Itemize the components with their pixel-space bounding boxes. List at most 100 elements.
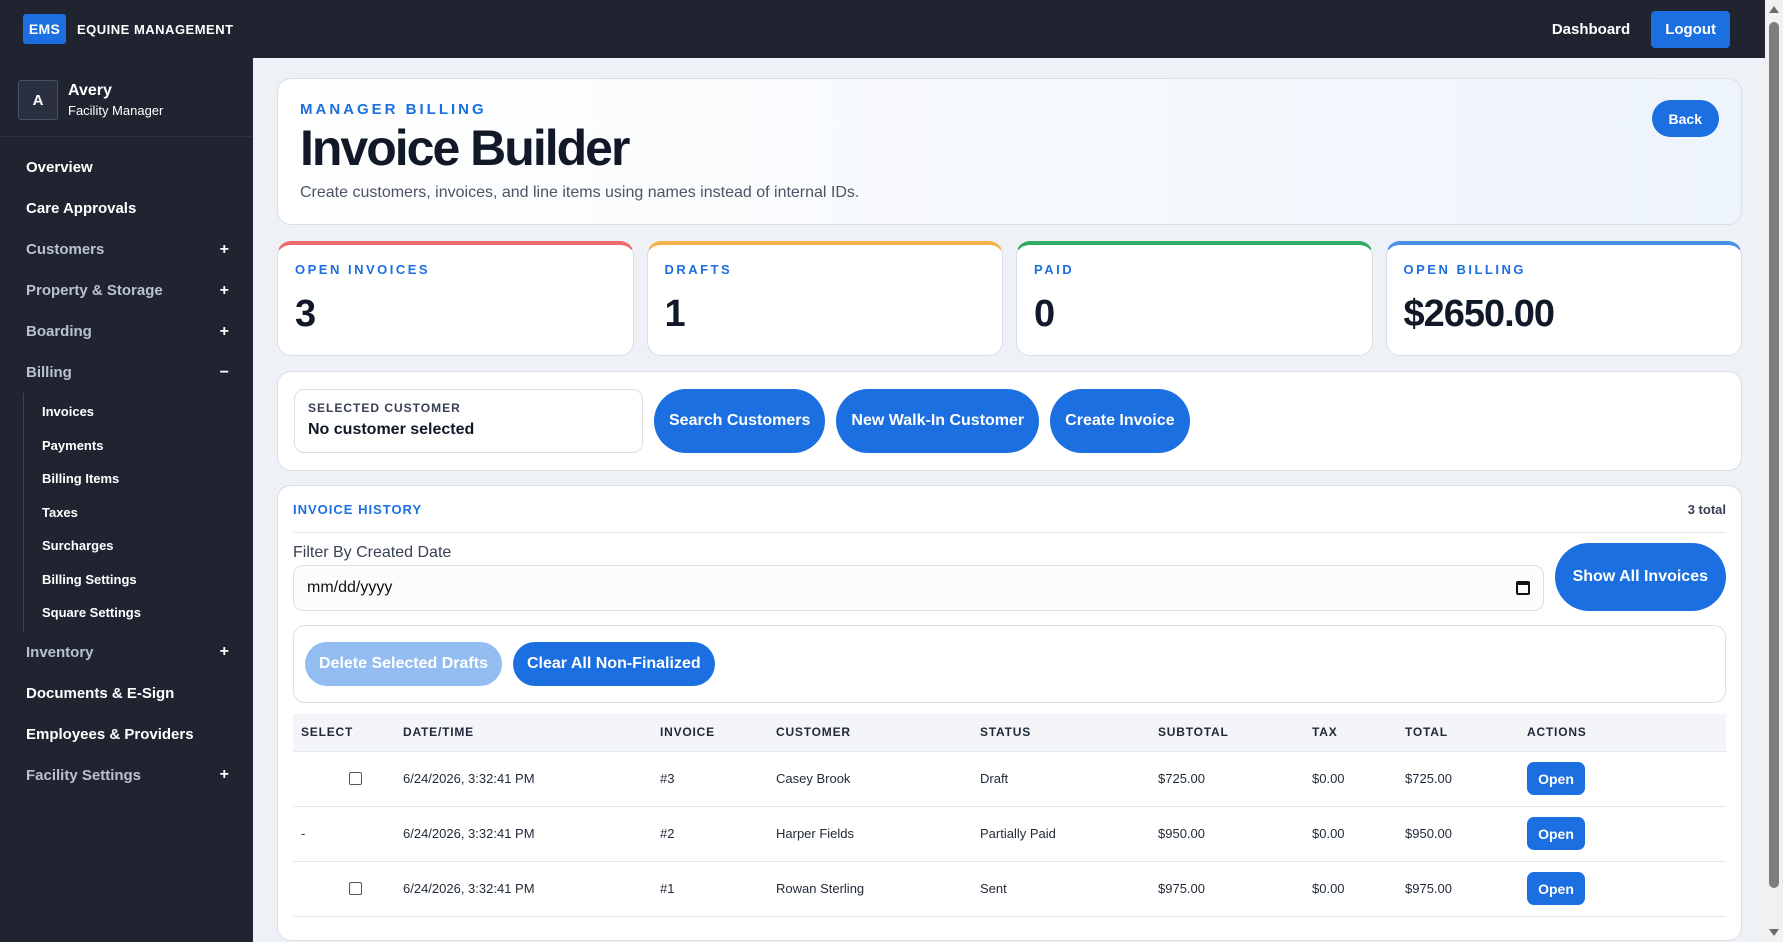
table-row: 6/24/2026, 3:32:41 PM #3 Casey Brook Dra… <box>293 751 1726 807</box>
invoice-table: SELECT DATE/TIME INVOICE CUSTOMER STATUS… <box>293 714 1726 917</box>
stat-label: OPEN INVOICES <box>295 262 431 277</box>
column-header: TOTAL <box>1397 714 1519 752</box>
date-placeholder: mm/dd/yyyy <box>307 579 393 596</box>
sidebar-item-documents[interactable]: Documents & E-Sign <box>0 673 253 714</box>
sidebar-item-care-approvals[interactable]: Care Approvals <box>0 188 253 229</box>
page-scrollbar[interactable] <box>1765 0 1783 942</box>
customer-cell: Rowan Sterling <box>768 861 972 917</box>
expand-icon[interactable]: + <box>220 241 229 259</box>
sidebar-item-invoices[interactable]: Invoices <box>24 395 253 429</box>
sidebar-item-taxes[interactable]: Taxes <box>24 496 253 530</box>
column-header: INVOICE <box>652 714 768 752</box>
sidebar-item-label: Customers <box>26 241 105 258</box>
expand-icon[interactable]: + <box>220 282 229 300</box>
sidebar-item-label: Boarding <box>26 323 92 340</box>
stat-label: PAID <box>1034 262 1075 277</box>
column-header: DATE/TIME <box>395 714 652 752</box>
selected-customer-label: SELECTED CUSTOMER <box>308 401 461 415</box>
tax-cell: $0.00 <box>1304 751 1397 807</box>
stat-value: 0 <box>1034 293 1055 335</box>
app-logo[interactable]: EMS <box>23 14 66 44</box>
page-eyebrow: MANAGER BILLING <box>300 101 487 118</box>
sidebar-item-overview[interactable]: Overview <box>0 147 253 188</box>
open-invoice-button[interactable]: Open <box>1527 762 1585 795</box>
tax-cell: $0.00 <box>1304 861 1397 917</box>
actions-cell: Open <box>1519 806 1726 862</box>
sidebar-item-employees[interactable]: Employees & Providers <box>0 714 253 755</box>
user-role: Facility Manager <box>68 103 164 118</box>
stat-value: 1 <box>664 293 686 335</box>
search-customers-button[interactable]: Search Customers <box>654 389 826 453</box>
sidebar-item-label: Overview <box>26 159 93 176</box>
calendar-icon[interactable] <box>1515 581 1530 595</box>
customer-cell: Harper Fields <box>768 806 972 862</box>
selected-customer-value: No customer selected <box>308 421 475 438</box>
app-name: EQUINE MANAGEMENT <box>77 21 234 37</box>
stat-label: OPEN BILLING <box>1403 262 1526 277</box>
actions-cell: Open <box>1519 861 1726 917</box>
new-walk-in-customer-button[interactable]: New Walk-In Customer <box>836 389 1040 453</box>
page-subtitle: Create customers, invoices, and line ite… <box>300 184 860 201</box>
invoice-cell: #3 <box>652 751 768 807</box>
total-cell: $975.00 <box>1397 861 1519 917</box>
collapse-icon[interactable]: − <box>220 364 229 382</box>
sidebar-item-surcharges[interactable]: Surcharges <box>24 529 253 563</box>
expand-icon[interactable]: + <box>220 766 229 784</box>
sidebar-item-inventory[interactable]: Inventory + <box>0 632 253 673</box>
date-filter-label: Filter By Created Date <box>293 544 452 561</box>
dashboard-link[interactable]: Dashboard <box>1552 21 1630 38</box>
show-all-invoices-button[interactable]: Show All Invoices <box>1554 543 1726 611</box>
column-header: ACTIONS <box>1519 714 1726 752</box>
sidebar-item-payments[interactable]: Payments <box>24 429 253 463</box>
table-row: 6/24/2026, 3:32:41 PM #1 Rowan Sterling … <box>293 861 1726 917</box>
open-invoice-button[interactable]: Open <box>1527 817 1585 850</box>
sidebar-item-facility-settings[interactable]: Facility Settings + <box>0 755 253 796</box>
clear-non-finalized-button[interactable]: Clear All Non-Finalized <box>512 642 715 686</box>
scroll-thumb[interactable] <box>1769 22 1779 888</box>
user-card: A Avery Facility Manager <box>0 58 253 137</box>
status-cell: Sent <box>972 861 1150 917</box>
sidebar-item-boarding[interactable]: Boarding + <box>0 311 253 352</box>
row-checkbox[interactable] <box>349 772 362 785</box>
date-filter-input[interactable]: mm/dd/yyyy <box>293 565 1544 611</box>
column-header: SELECT <box>293 714 395 752</box>
delete-selected-drafts-button[interactable]: Delete Selected Drafts <box>305 642 502 686</box>
status-cell: Partially Paid <box>972 806 1150 862</box>
tax-cell: $0.00 <box>1304 806 1397 862</box>
logout-button[interactable]: Logout <box>1651 10 1730 48</box>
page-header: MANAGER BILLING Invoice Builder Create c… <box>277 78 1742 225</box>
expand-icon[interactable]: + <box>220 323 229 341</box>
scroll-up-arrow-icon[interactable] <box>1769 6 1779 13</box>
column-header: SUBTOTAL <box>1150 714 1304 752</box>
subtotal-cell: $950.00 <box>1150 806 1304 862</box>
row-checkbox[interactable] <box>349 882 362 895</box>
selected-customer-field[interactable]: SELECTED CUSTOMER No customer selected <box>294 389 643 453</box>
select-cell <box>293 861 395 917</box>
actions-cell: Open <box>1519 751 1726 807</box>
table-row: - 6/24/2026, 3:32:41 PM #2 Harper Fields… <box>293 806 1726 862</box>
select-cell: - <box>293 806 395 862</box>
sidebar-item-billing-settings[interactable]: Billing Settings <box>24 563 253 597</box>
sidebar-item-customers[interactable]: Customers + <box>0 229 253 270</box>
subtotal-cell: $975.00 <box>1150 861 1304 917</box>
invoice-history-title: INVOICE HISTORY <box>293 501 423 517</box>
create-invoice-button[interactable]: Create Invoice <box>1050 389 1190 453</box>
invoice-history: INVOICE HISTORY 3 total Filter By Create… <box>277 485 1742 941</box>
stat-open-invoices: OPEN INVOICES 3 <box>277 241 634 356</box>
back-button[interactable]: Back <box>1651 100 1719 137</box>
total-cell: $725.00 <box>1397 751 1519 807</box>
stat-label: DRAFTS <box>664 262 733 277</box>
sidebar-item-property-storage[interactable]: Property & Storage + <box>0 270 253 311</box>
sidebar-item-billing-items[interactable]: Billing Items <box>24 462 253 496</box>
sidebar-nav: Overview Care Approvals Customers + Prope… <box>0 137 253 796</box>
subtotal-cell: $725.00 <box>1150 751 1304 807</box>
stat-paid: PAID 0 <box>1016 241 1373 356</box>
invoice-count: 3 total <box>1687 501 1726 517</box>
sidebar-item-square-settings[interactable]: Square Settings <box>24 596 253 630</box>
expand-icon[interactable]: + <box>220 643 229 661</box>
scroll-down-arrow-icon[interactable] <box>1769 929 1779 936</box>
user-name: Avery <box>68 82 112 99</box>
sidebar-item-billing[interactable]: Billing − <box>0 352 253 393</box>
sidebar-item-label: Facility Settings <box>26 766 142 784</box>
open-invoice-button[interactable]: Open <box>1527 872 1585 905</box>
